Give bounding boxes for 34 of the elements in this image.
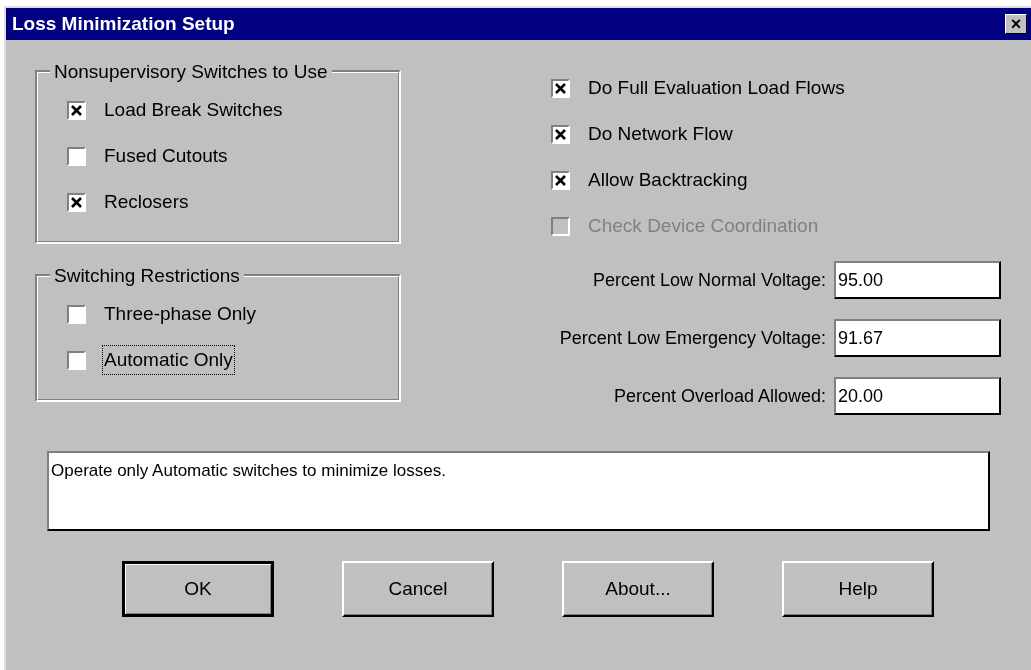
field-label: Percent Low Emergency Voltage: xyxy=(559,326,826,350)
dialog-button[interactable]: OK xyxy=(122,561,274,617)
checkbox-label[interactable]: Reclosers xyxy=(103,187,190,217)
checkbox-label[interactable]: Do Network Flow xyxy=(587,119,734,149)
input-field[interactable]: 20.00 xyxy=(834,377,1001,415)
check-x-icon xyxy=(71,196,82,208)
checkbox[interactable] xyxy=(67,304,86,324)
close-button[interactable]: × xyxy=(1005,14,1027,34)
checkbox[interactable] xyxy=(67,350,86,370)
checkbox-label[interactable]: Load Break Switches xyxy=(103,95,284,125)
field-label: Percent Low Normal Voltage: xyxy=(592,268,826,292)
dialog-button[interactable]: Help xyxy=(782,561,934,617)
checkbox[interactable] xyxy=(551,124,570,144)
check-x-icon xyxy=(555,82,566,94)
checkbox-label[interactable]: Fused Cutouts xyxy=(103,141,229,171)
field-label: Percent Overload Allowed: xyxy=(613,384,826,408)
checkbox[interactable] xyxy=(67,146,86,166)
input-field[interactable]: 91.67 xyxy=(834,319,1001,357)
checkbox[interactable] xyxy=(551,78,570,98)
dialog-button[interactable]: About... xyxy=(562,561,714,617)
checkbox[interactable] xyxy=(67,100,86,120)
dialog-button[interactable]: Cancel xyxy=(342,561,494,617)
checkbox-label[interactable]: Three-phase Only xyxy=(103,299,258,329)
check-x-icon xyxy=(71,104,82,116)
checkbox-label[interactable]: Do Full Evaluation Load Flows xyxy=(587,73,846,103)
input-field[interactable]: 95.00 xyxy=(834,261,1001,299)
checkbox[interactable] xyxy=(67,192,86,212)
checkbox-label[interactable]: Allow Backtracking xyxy=(587,165,749,195)
message-box: Operate only Automatic switches to minimize losses. xyxy=(47,451,990,531)
check-x-icon xyxy=(555,174,566,186)
checkbox[interactable] xyxy=(551,170,570,190)
checkbox-label[interactable]: Automatic Only xyxy=(103,345,234,375)
check-x-icon xyxy=(555,128,566,140)
window-title: Loss Minimization Setup xyxy=(12,11,235,36)
